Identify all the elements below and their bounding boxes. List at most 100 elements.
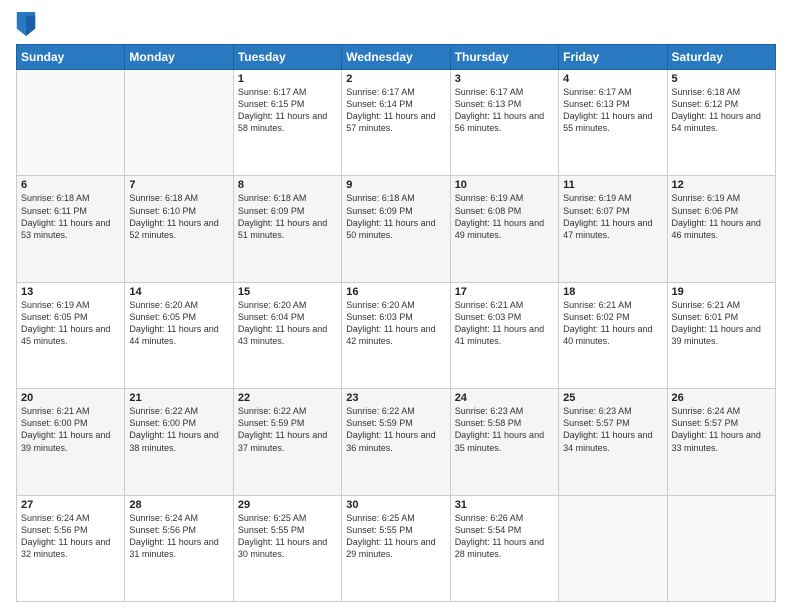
day-number: 29 [238, 499, 337, 511]
calendar-cell: 20Sunrise: 6:21 AM Sunset: 6:00 PM Dayli… [17, 389, 125, 495]
day-info: Sunrise: 6:18 AM Sunset: 6:12 PM Dayligh… [672, 86, 771, 135]
day-number: 10 [455, 179, 554, 191]
calendar-cell: 31Sunrise: 6:26 AM Sunset: 5:54 PM Dayli… [450, 495, 558, 601]
calendar-week-row: 13Sunrise: 6:19 AM Sunset: 6:05 PM Dayli… [17, 282, 776, 388]
day-info: Sunrise: 6:20 AM Sunset: 6:04 PM Dayligh… [238, 299, 337, 348]
calendar-cell: 19Sunrise: 6:21 AM Sunset: 6:01 PM Dayli… [667, 282, 775, 388]
day-number: 20 [21, 392, 120, 404]
calendar-cell: 26Sunrise: 6:24 AM Sunset: 5:57 PM Dayli… [667, 389, 775, 495]
weekday-header: Tuesday [233, 45, 341, 70]
day-number: 12 [672, 179, 771, 191]
day-info: Sunrise: 6:24 AM Sunset: 5:56 PM Dayligh… [129, 512, 228, 561]
day-number: 22 [238, 392, 337, 404]
weekday-header: Saturday [667, 45, 775, 70]
weekday-header: Friday [559, 45, 667, 70]
day-info: Sunrise: 6:22 AM Sunset: 5:59 PM Dayligh… [238, 405, 337, 454]
calendar-cell: 21Sunrise: 6:22 AM Sunset: 6:00 PM Dayli… [125, 389, 233, 495]
logo [16, 12, 40, 36]
day-info: Sunrise: 6:23 AM Sunset: 5:58 PM Dayligh… [455, 405, 554, 454]
day-number: 27 [21, 499, 120, 511]
calendar-body: 1Sunrise: 6:17 AM Sunset: 6:15 PM Daylig… [17, 70, 776, 602]
day-number: 18 [563, 286, 662, 298]
calendar-header: SundayMondayTuesdayWednesdayThursdayFrid… [17, 45, 776, 70]
calendar-week-row: 20Sunrise: 6:21 AM Sunset: 6:00 PM Dayli… [17, 389, 776, 495]
calendar-cell: 22Sunrise: 6:22 AM Sunset: 5:59 PM Dayli… [233, 389, 341, 495]
calendar-cell: 14Sunrise: 6:20 AM Sunset: 6:05 PM Dayli… [125, 282, 233, 388]
day-number: 15 [238, 286, 337, 298]
day-number: 31 [455, 499, 554, 511]
calendar-week-row: 1Sunrise: 6:17 AM Sunset: 6:15 PM Daylig… [17, 70, 776, 176]
header [16, 12, 776, 36]
day-info: Sunrise: 6:17 AM Sunset: 6:13 PM Dayligh… [455, 86, 554, 135]
day-number: 11 [563, 179, 662, 191]
calendar-cell: 16Sunrise: 6:20 AM Sunset: 6:03 PM Dayli… [342, 282, 450, 388]
calendar-cell: 17Sunrise: 6:21 AM Sunset: 6:03 PM Dayli… [450, 282, 558, 388]
calendar-cell: 23Sunrise: 6:22 AM Sunset: 5:59 PM Dayli… [342, 389, 450, 495]
day-info: Sunrise: 6:25 AM Sunset: 5:55 PM Dayligh… [346, 512, 445, 561]
calendar-cell: 5Sunrise: 6:18 AM Sunset: 6:12 PM Daylig… [667, 70, 775, 176]
day-info: Sunrise: 6:19 AM Sunset: 6:06 PM Dayligh… [672, 192, 771, 241]
day-number: 13 [21, 286, 120, 298]
calendar-cell: 28Sunrise: 6:24 AM Sunset: 5:56 PM Dayli… [125, 495, 233, 601]
day-info: Sunrise: 6:18 AM Sunset: 6:09 PM Dayligh… [346, 192, 445, 241]
day-number: 17 [455, 286, 554, 298]
calendar-cell: 25Sunrise: 6:23 AM Sunset: 5:57 PM Dayli… [559, 389, 667, 495]
calendar-cell: 29Sunrise: 6:25 AM Sunset: 5:55 PM Dayli… [233, 495, 341, 601]
day-info: Sunrise: 6:24 AM Sunset: 5:57 PM Dayligh… [672, 405, 771, 454]
day-number: 1 [238, 73, 337, 85]
day-info: Sunrise: 6:25 AM Sunset: 5:55 PM Dayligh… [238, 512, 337, 561]
calendar-cell: 27Sunrise: 6:24 AM Sunset: 5:56 PM Dayli… [17, 495, 125, 601]
day-info: Sunrise: 6:18 AM Sunset: 6:11 PM Dayligh… [21, 192, 120, 241]
calendar-week-row: 27Sunrise: 6:24 AM Sunset: 5:56 PM Dayli… [17, 495, 776, 601]
day-info: Sunrise: 6:18 AM Sunset: 6:10 PM Dayligh… [129, 192, 228, 241]
day-number: 6 [21, 179, 120, 191]
calendar-cell: 6Sunrise: 6:18 AM Sunset: 6:11 PM Daylig… [17, 176, 125, 282]
calendar-cell: 13Sunrise: 6:19 AM Sunset: 6:05 PM Dayli… [17, 282, 125, 388]
day-info: Sunrise: 6:21 AM Sunset: 6:03 PM Dayligh… [455, 299, 554, 348]
calendar-cell: 9Sunrise: 6:18 AM Sunset: 6:09 PM Daylig… [342, 176, 450, 282]
page: SundayMondayTuesdayWednesdayThursdayFrid… [0, 0, 792, 612]
day-number: 26 [672, 392, 771, 404]
calendar-cell: 2Sunrise: 6:17 AM Sunset: 6:14 PM Daylig… [342, 70, 450, 176]
day-number: 16 [346, 286, 445, 298]
calendar-cell: 10Sunrise: 6:19 AM Sunset: 6:08 PM Dayli… [450, 176, 558, 282]
day-number: 21 [129, 392, 228, 404]
day-info: Sunrise: 6:20 AM Sunset: 6:05 PM Dayligh… [129, 299, 228, 348]
day-number: 25 [563, 392, 662, 404]
day-info: Sunrise: 6:17 AM Sunset: 6:13 PM Dayligh… [563, 86, 662, 135]
day-number: 5 [672, 73, 771, 85]
calendar-cell: 7Sunrise: 6:18 AM Sunset: 6:10 PM Daylig… [125, 176, 233, 282]
day-info: Sunrise: 6:23 AM Sunset: 5:57 PM Dayligh… [563, 405, 662, 454]
calendar-cell: 11Sunrise: 6:19 AM Sunset: 6:07 PM Dayli… [559, 176, 667, 282]
weekday-header: Wednesday [342, 45, 450, 70]
day-info: Sunrise: 6:19 AM Sunset: 6:05 PM Dayligh… [21, 299, 120, 348]
day-info: Sunrise: 6:22 AM Sunset: 6:00 PM Dayligh… [129, 405, 228, 454]
calendar-cell: 12Sunrise: 6:19 AM Sunset: 6:06 PM Dayli… [667, 176, 775, 282]
calendar-cell: 3Sunrise: 6:17 AM Sunset: 6:13 PM Daylig… [450, 70, 558, 176]
day-number: 30 [346, 499, 445, 511]
calendar-cell [667, 495, 775, 601]
day-info: Sunrise: 6:17 AM Sunset: 6:15 PM Dayligh… [238, 86, 337, 135]
day-number: 9 [346, 179, 445, 191]
day-number: 14 [129, 286, 228, 298]
logo-icon [16, 12, 36, 36]
calendar-cell: 1Sunrise: 6:17 AM Sunset: 6:15 PM Daylig… [233, 70, 341, 176]
calendar-cell: 8Sunrise: 6:18 AM Sunset: 6:09 PM Daylig… [233, 176, 341, 282]
day-number: 3 [455, 73, 554, 85]
calendar-cell [125, 70, 233, 176]
weekday-header: Monday [125, 45, 233, 70]
weekday-header: Thursday [450, 45, 558, 70]
calendar-cell: 15Sunrise: 6:20 AM Sunset: 6:04 PM Dayli… [233, 282, 341, 388]
calendar-week-row: 6Sunrise: 6:18 AM Sunset: 6:11 PM Daylig… [17, 176, 776, 282]
day-number: 4 [563, 73, 662, 85]
day-info: Sunrise: 6:20 AM Sunset: 6:03 PM Dayligh… [346, 299, 445, 348]
day-info: Sunrise: 6:21 AM Sunset: 6:00 PM Dayligh… [21, 405, 120, 454]
day-info: Sunrise: 6:22 AM Sunset: 5:59 PM Dayligh… [346, 405, 445, 454]
day-number: 19 [672, 286, 771, 298]
calendar-cell: 4Sunrise: 6:17 AM Sunset: 6:13 PM Daylig… [559, 70, 667, 176]
day-info: Sunrise: 6:18 AM Sunset: 6:09 PM Dayligh… [238, 192, 337, 241]
day-number: 23 [346, 392, 445, 404]
day-number: 28 [129, 499, 228, 511]
day-number: 2 [346, 73, 445, 85]
day-info: Sunrise: 6:24 AM Sunset: 5:56 PM Dayligh… [21, 512, 120, 561]
